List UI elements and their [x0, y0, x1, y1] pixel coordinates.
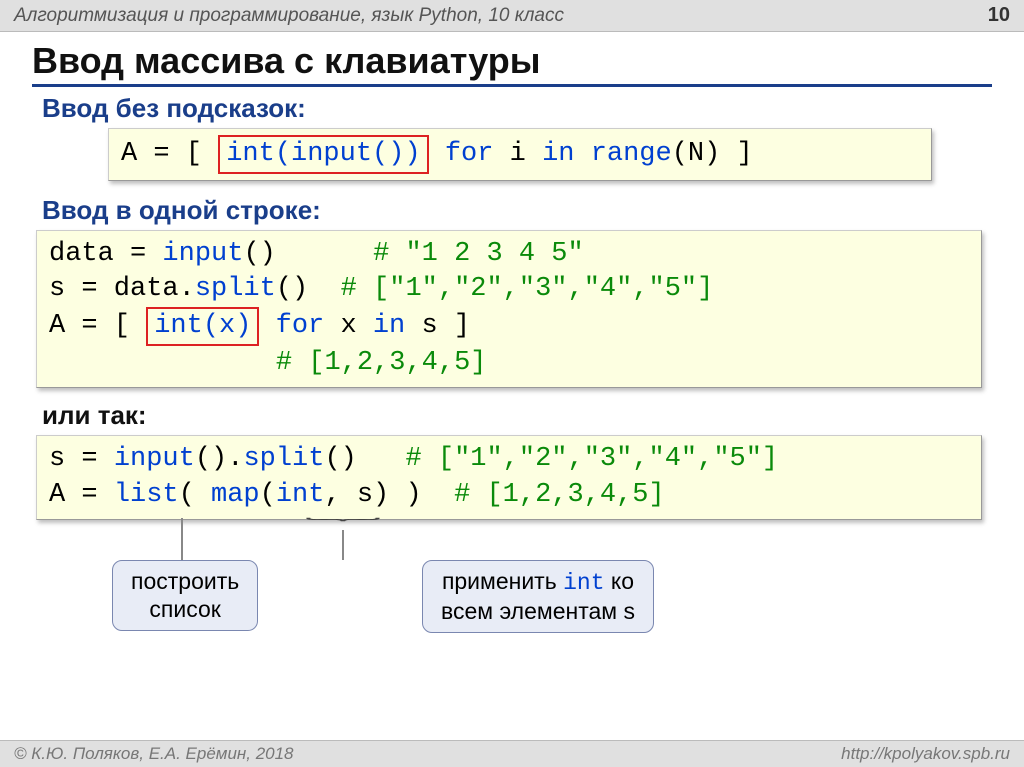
- section-3-label: или так:: [42, 400, 992, 431]
- slide-body: Ввод массива с клавиатуры Ввод без подск…: [0, 32, 1024, 660]
- callout-build-list: построить список: [112, 560, 258, 632]
- highlight-box: int(input()): [218, 135, 428, 174]
- copyright: © К.Ю. Поляков, Е.А. Ерёмин, 2018: [14, 744, 294, 764]
- pointer-line: [181, 518, 183, 560]
- footer-url: http://kpolyakov.spb.ru: [841, 744, 1010, 764]
- section-2-label: Ввод в одной строке:: [42, 195, 992, 226]
- section-1-label: Ввод без подсказок:: [42, 93, 992, 124]
- highlight-box: int(x): [146, 307, 259, 346]
- code-block-3: s = input().split() # ["1","2","3","4","…: [36, 435, 982, 519]
- callouts-area: ︸ построить список применить int ко всем…: [32, 540, 992, 660]
- pointer-line: [342, 530, 344, 560]
- code-block-1: A = [ int(input()) for i in range(N) ]: [108, 128, 932, 181]
- slide-footer: © К.Ю. Поляков, Е.А. Ерёмин, 2018 http:/…: [0, 740, 1024, 767]
- slide-header: Алгоритмизация и программирование, язык …: [0, 0, 1024, 32]
- brace-icon: ︸: [304, 514, 367, 533]
- callout-apply-int: применить int ко всем элементам s: [422, 560, 654, 634]
- slide-title: Ввод массива с клавиатуры: [32, 40, 992, 87]
- course-title: Алгоритмизация и программирование, язык …: [14, 5, 564, 27]
- page-number: 10: [988, 4, 1010, 27]
- code-block-2: data = input() # "1 2 3 4 5" s = data.sp…: [36, 230, 982, 388]
